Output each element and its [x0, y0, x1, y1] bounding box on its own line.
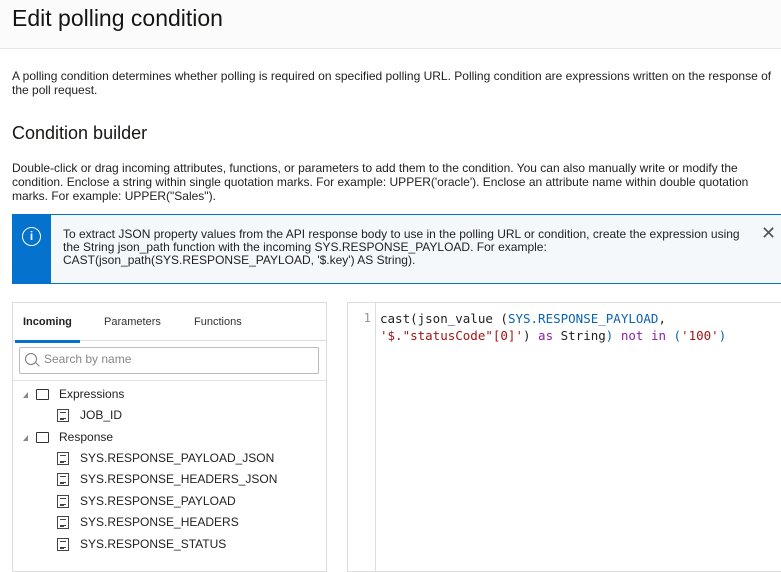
- tree-item[interactable]: SYS.RESPONSE_HEADERS_JSON: [57, 469, 277, 489]
- attribute-icon: [57, 473, 69, 487]
- attribute-icon: [57, 516, 69, 530]
- panel-tabs: Incoming Parameters Functions: [13, 303, 326, 343]
- code-token: (: [673, 328, 682, 343]
- item-label: SYS.RESPONSE_STATUS: [80, 537, 227, 551]
- close-icon[interactable]: ✕: [761, 223, 776, 244]
- condition-editor[interactable]: 1 cast(json_value (SYS.RESPONSE_PAYLOAD,…: [347, 302, 781, 572]
- info-banner: i To extract JSON property values from t…: [12, 214, 781, 284]
- attribute-panel: Incoming Parameters Functions Expression…: [12, 302, 327, 572]
- tree-item[interactable]: SYS.RESPONSE_HEADERS: [57, 512, 239, 532]
- item-label: SYS.RESPONSE_HEADERS_JSON: [80, 472, 278, 486]
- expand-icon[interactable]: [23, 391, 28, 398]
- tree-item[interactable]: SYS.RESPONSE_STATUS: [57, 534, 226, 554]
- attribute-icon: [57, 495, 69, 509]
- folder-label: Response: [59, 430, 114, 444]
- code-token: ): [718, 328, 727, 343]
- page-description: A polling condition determines whether p…: [12, 69, 772, 97]
- help-line: marks. For example: UPPER("Sales").: [12, 189, 216, 203]
- attribute-icon: [57, 452, 69, 466]
- page-title: Edit polling condition: [12, 5, 223, 31]
- search-input[interactable]: [44, 352, 304, 366]
- line-number: 1: [363, 310, 371, 325]
- builder-help: Double-click or drag incoming attributes…: [12, 161, 781, 203]
- tab-parameters[interactable]: Parameters: [104, 316, 161, 328]
- help-line: Double-click or drag incoming attributes…: [12, 161, 738, 175]
- folder-icon: [36, 389, 49, 401]
- folder-label: Expressions: [59, 387, 125, 401]
- search-box[interactable]: [19, 347, 319, 374]
- code-token: ,: [658, 311, 666, 326]
- tab-functions[interactable]: Functions: [194, 316, 242, 328]
- code-token: '$."statusCode"[0]': [380, 328, 523, 343]
- banner-text: To extract JSON property values from the…: [63, 227, 740, 267]
- attribute-icon: [57, 538, 69, 552]
- tab-incoming[interactable]: Incoming: [15, 316, 80, 343]
- code-token: cast(json_value (: [380, 311, 508, 326]
- folder-icon: [36, 432, 49, 444]
- attribute-icon: [57, 409, 69, 423]
- tree-item[interactable]: JOB_ID: [57, 405, 122, 425]
- tree-item[interactable]: SYS.RESPONSE_PAYLOAD: [57, 491, 236, 511]
- code-token: as: [530, 328, 561, 343]
- code-token: ): [523, 328, 531, 343]
- section-title: Condition builder: [12, 123, 148, 143]
- item-label: SYS.RESPONSE_HEADERS: [80, 515, 239, 529]
- page-header: Edit polling condition: [0, 0, 781, 49]
- code-token: SYS.RESPONSE_PAYLOAD: [507, 311, 659, 326]
- item-label: JOB_ID: [80, 408, 123, 422]
- expand-icon[interactable]: [23, 434, 28, 441]
- code-token: '100': [681, 328, 719, 343]
- info-icon: i: [22, 227, 41, 246]
- item-label: SYS.RESPONSE_PAYLOAD_JSON: [80, 451, 275, 465]
- help-line: condition. Enclose a string within singl…: [12, 175, 749, 189]
- tree-item[interactable]: SYS.RESPONSE_PAYLOAD_JSON: [57, 448, 274, 468]
- search-icon: [25, 353, 37, 365]
- banner-strip: i: [13, 215, 51, 283]
- line-gutter: 1: [348, 303, 376, 571]
- tree-folder-response[interactable]: Response: [23, 427, 113, 447]
- divider: [13, 380, 326, 381]
- code-token: String: [560, 328, 606, 343]
- tree-folder-expressions[interactable]: Expressions: [23, 384, 124, 404]
- code-token: not in: [613, 328, 674, 343]
- code-text[interactable]: cast(json_value (SYS.RESPONSE_PAYLOAD, '…: [380, 310, 726, 344]
- item-label: SYS.RESPONSE_PAYLOAD: [80, 494, 236, 508]
